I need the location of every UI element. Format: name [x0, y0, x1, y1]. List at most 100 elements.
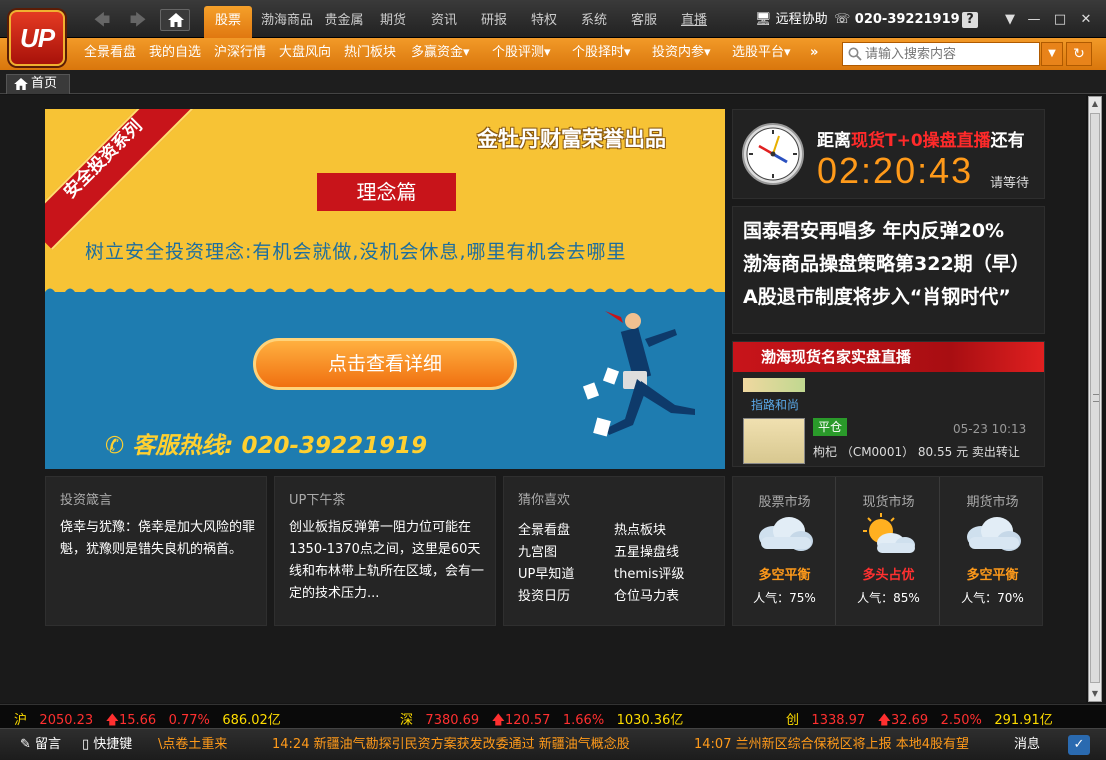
submenu-funds[interactable]: 多赢资金▾: [411, 38, 470, 70]
tab-futures[interactable]: 期货: [373, 6, 413, 38]
messages-button[interactable]: 消息: [1014, 735, 1040, 755]
scroll-thumb[interactable]: [1090, 113, 1100, 683]
banner-hotline: ✆ 客服热线: 020-39221919: [105, 426, 427, 460]
message-board-button[interactable]: ✎ 留言: [20, 735, 61, 755]
home-icon: [168, 13, 184, 27]
scroll-down-icon[interactable]: ▼: [1089, 687, 1101, 701]
quick-link[interactable]: 五星操盘线: [614, 541, 679, 560]
search-input[interactable]: [865, 45, 1035, 63]
index-value: 2050.23: [39, 713, 94, 728]
submenu-more[interactable]: »: [810, 38, 818, 70]
countdown-wait-label: 请等待: [990, 176, 1030, 191]
minimize-icon[interactable]: —: [1024, 10, 1044, 30]
quick-link[interactable]: 热点板块: [614, 519, 666, 538]
submenu-stock-timing[interactable]: 个股择时▾: [572, 38, 631, 70]
tab-news[interactable]: 资讯: [424, 6, 464, 38]
submenu-screener[interactable]: 选股平台▾: [732, 38, 791, 70]
index-ticker: 沪 2050.23 🡅15.66 0.77% 686.02亿 深 7380.69…: [0, 704, 1106, 728]
quick-link[interactable]: 九宫图: [518, 541, 557, 560]
live-trading-panel: 渤海现货名家实盘直播 指路和尚 平仓 05-23 10:13 枸杞 （CM000…: [732, 341, 1045, 467]
tea-text[interactable]: 创业板指反弹第一阻力位可能在1350-1370点之间，这里是60天线和布林带上轨…: [289, 517, 489, 605]
submenu-market-trend[interactable]: 大盘风向: [279, 38, 331, 70]
back-arrow-icon[interactable]: 🡄: [92, 10, 112, 30]
countdown-prefix: 距离: [817, 131, 851, 151]
up-arrow-icon: 🡅: [105, 713, 119, 728]
view-details-button[interactable]: 点击查看详细: [253, 338, 517, 390]
expert-avatar[interactable]: [743, 418, 805, 464]
tab-system[interactable]: 系统: [574, 6, 614, 38]
submenu-stock-review[interactable]: 个股评测▾: [492, 38, 551, 70]
menu-dropdown-icon[interactable]: ▼: [1000, 10, 1020, 30]
countdown-title: 距离现货T+0操盘直播还有: [817, 126, 1025, 151]
investment-proverb-card: 投资箴言 侥幸与犹豫：侥幸是加大风险的罪魁，犹豫则是错失良机的祸首。: [45, 476, 267, 626]
market-spot[interactable]: 现货市场 多头占优 人气：85%: [837, 477, 940, 625]
tab-live[interactable]: 直播: [674, 6, 714, 38]
index-name: 沪: [14, 713, 28, 728]
maximize-icon[interactable]: □: [1050, 10, 1070, 30]
up-arrow-icon: 🡅: [877, 713, 891, 728]
vertical-scrollbar[interactable]: ▲ ▼: [1088, 96, 1102, 702]
scroll-up-icon[interactable]: ▲: [1089, 97, 1101, 111]
network-status-icon[interactable]: ✓: [1068, 735, 1090, 755]
live-panel-title[interactable]: 渤海现货名家实盘直播: [733, 342, 1044, 372]
tab-service[interactable]: 客服: [624, 6, 664, 38]
help-icon[interactable]: ?: [962, 12, 978, 28]
quick-link[interactable]: UP早知道: [518, 563, 574, 582]
headline-item[interactable]: A股退市制度将步入“肖钢时代”: [743, 281, 1034, 314]
search-icon: [848, 47, 862, 61]
submenu-panorama[interactable]: 全景看盘: [84, 38, 136, 70]
wave-decoration: [45, 288, 725, 299]
tab-home-page[interactable]: 首页: [6, 74, 70, 94]
shortcut-button[interactable]: ▯ 快捷键: [82, 735, 132, 755]
quick-link[interactable]: 投资日历: [518, 585, 570, 604]
market-futures[interactable]: 期货市场 多空平衡 人气：70%: [941, 477, 1044, 625]
mouse-icon: ▯: [82, 737, 90, 752]
news-item[interactable]: 14:24 新疆油气勘探引民资方案获发改委通过 新疆油气概念股: [272, 735, 630, 755]
tab-privilege[interactable]: 特权: [524, 6, 564, 38]
tab-bohai[interactable]: 渤海商品: [258, 6, 316, 38]
market-title: 股票市场: [758, 495, 811, 510]
quick-link[interactable]: themis评级: [614, 563, 684, 582]
headline-item[interactable]: 渤海商品操盘策略第322期（早）: [743, 248, 1034, 281]
expert-name[interactable]: 指路和尚: [751, 396, 799, 413]
tab-stocks[interactable]: 股票: [204, 6, 252, 38]
index-amount: 686.02亿: [222, 713, 281, 728]
submenu-insider[interactable]: 投资内参▾: [652, 38, 711, 70]
submenu-sh-sz-quotes[interactable]: 沪深行情: [214, 38, 266, 70]
shortcut-label: 快捷键: [93, 737, 133, 752]
submenu-hot-sectors[interactable]: 热门板块: [344, 38, 396, 70]
headline-item[interactable]: 国泰君安再唱多 年内反弹20%: [743, 215, 1034, 248]
tab-research[interactable]: 研报: [474, 6, 514, 38]
card-title: UP下午茶: [289, 493, 346, 508]
running-businessman-illustration: [582, 311, 695, 437]
proverb-text[interactable]: 侥幸与犹豫：侥幸是加大风险的罪魁，犹豫则是错失良机的祸首。: [60, 517, 260, 561]
banner-slogan: 树立安全投资理念:有机会就做,没机会休息,哪里有机会去哪里: [85, 241, 627, 263]
home-icon: [14, 78, 28, 90]
promo-banner[interactable]: 安全投资系列 金牡丹财富荣誉出品 理念篇 树立安全投资理念:有机会就做,没机会休…: [45, 109, 725, 469]
app-logo: UP: [9, 10, 65, 66]
index-percent: 0.77%: [168, 713, 210, 728]
news-marquee: \点卷土重来 14:24 新疆油气勘探引民资方案获发改委通过 新疆油气概念股 1…: [152, 729, 1000, 760]
forward-arrow-icon[interactable]: 🡆: [128, 10, 148, 30]
close-icon[interactable]: ✕: [1076, 10, 1096, 30]
tab-metals[interactable]: 贵金属: [320, 6, 368, 38]
market-stock[interactable]: 股票市场 多空平衡 人气：75%: [733, 477, 836, 625]
search-dropdown-icon[interactable]: ▼: [1041, 42, 1063, 66]
news-item[interactable]: \点卷土重来: [158, 735, 227, 755]
trade-detail[interactable]: 枸杞 （CM0001） 80.55 元 卖出转让: [813, 443, 1020, 460]
expert-avatar[interactable]: [743, 378, 805, 392]
banner-hotline-text: 客服热线: 020-39221919: [132, 433, 428, 459]
quick-link[interactable]: 全景看盘: [518, 519, 570, 538]
submenu-watchlist[interactable]: 我的自选: [149, 38, 201, 70]
countdown-panel[interactable]: 距离现货T+0操盘直播还有 02:20:43 请等待: [732, 109, 1045, 199]
quick-link[interactable]: 仓位马力表: [614, 585, 679, 604]
index-value: 1338.97: [811, 713, 866, 728]
index-amount: 1030.36亿: [616, 713, 684, 728]
refresh-icon[interactable]: ↻: [1066, 42, 1092, 66]
app-window: 🡄 🡆 股票 渤海商品 贵金属 期货 资讯 研报 特权 系统 客服 直播 🖥 远…: [0, 0, 1106, 760]
home-button[interactable]: [160, 9, 190, 31]
news-item[interactable]: 14:07 兰州新区综合保税区将上报 本地4股有望: [694, 735, 969, 755]
market-title: 现货市场: [862, 495, 915, 510]
countdown-suffix: 还有: [990, 131, 1025, 151]
remote-assist-button[interactable]: 🖥 远程协助: [755, 10, 828, 30]
